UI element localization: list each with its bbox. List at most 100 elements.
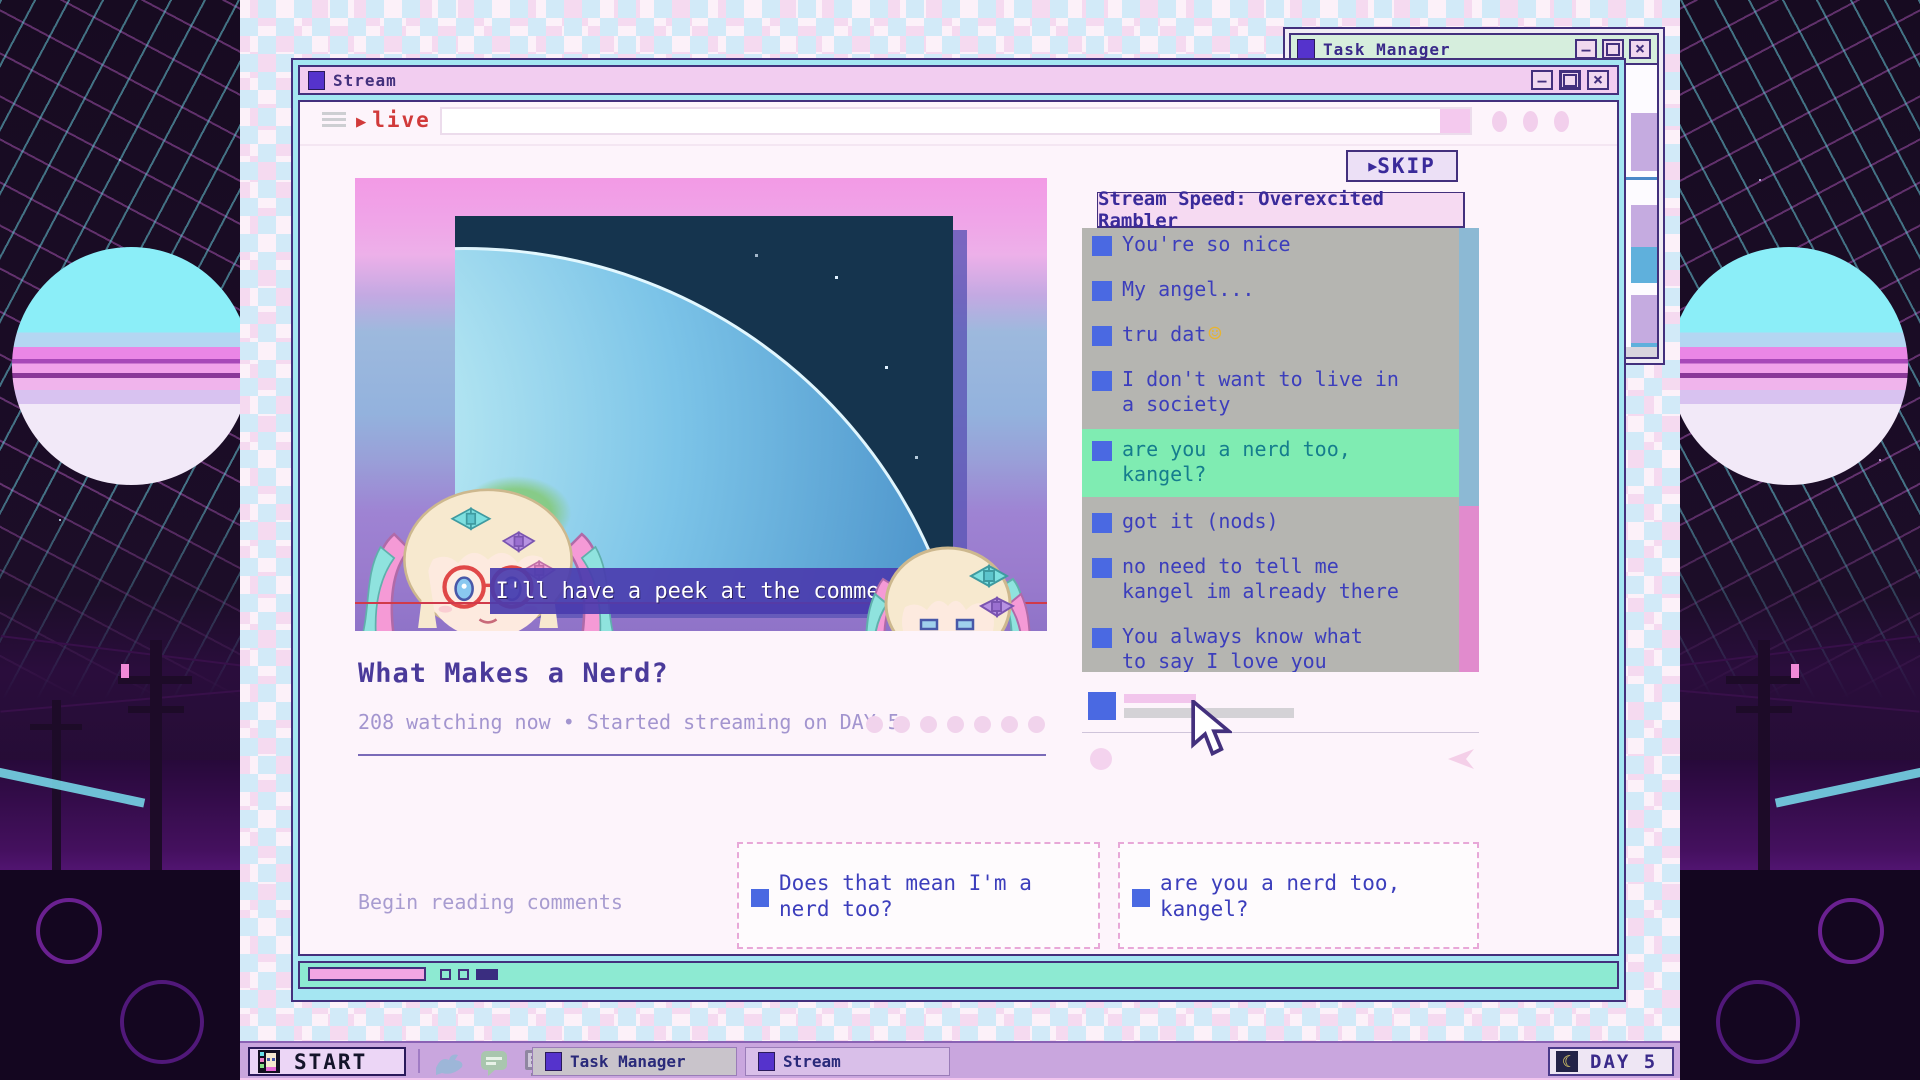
- play-icon: ▶: [356, 112, 366, 132]
- comment-avatar: [1132, 889, 1150, 907]
- taskbar-window-label: Task Manager: [570, 1052, 686, 1071]
- chat-message: got it (nods): [1082, 507, 1459, 536]
- close-button[interactable]: ×: [1587, 70, 1609, 90]
- taskbar: START Task Manager Stream ☾ DAY 5: [240, 1041, 1680, 1080]
- app-icon: [1297, 39, 1315, 59]
- bird-icon[interactable]: [432, 1048, 466, 1078]
- stream-window: Stream – × ▶live ▶SKIP Stre: [291, 58, 1626, 1002]
- tm-divider: [1621, 177, 1657, 180]
- taskbar-window-button[interactable]: Task Manager: [532, 1047, 737, 1076]
- minimize-button[interactable]: –: [1531, 70, 1553, 90]
- pole-light: [121, 664, 129, 678]
- moon-icon: ☾: [1556, 1051, 1578, 1072]
- chat-avatar: [1092, 326, 1112, 346]
- typing-username-placeholder: [1124, 694, 1196, 703]
- status-square: [458, 969, 469, 980]
- taskbar-window-label: Stream: [783, 1052, 841, 1071]
- tm-list-bar: [1631, 205, 1657, 247]
- minimize-button[interactable]: –: [1575, 39, 1597, 59]
- vapor-sphere-right: [1670, 247, 1908, 485]
- chat-scrollbar-upper[interactable]: [1459, 228, 1479, 506]
- vapor-sphere-left: [12, 247, 250, 485]
- begin-reading-label: Begin reading comments: [358, 890, 623, 914]
- taskbar-clock: ☾ DAY 5: [1548, 1047, 1674, 1076]
- address-bar[interactable]: [440, 107, 1472, 135]
- chat-message-text: no need to tell me kangel im already the…: [1122, 554, 1399, 604]
- progress-block: [308, 967, 426, 981]
- toolbar-dot: [1554, 111, 1569, 132]
- stage-gear-left: [0, 870, 245, 1080]
- toolbar-dot: [1492, 111, 1507, 132]
- stream-title: What Makes a Nerd?: [358, 658, 669, 689]
- chat-message-text: My angel...: [1122, 277, 1254, 302]
- viewer-dot: [866, 716, 883, 733]
- chat-avatar: [1092, 628, 1112, 648]
- stream-titlebar[interactable]: Stream – ×: [298, 65, 1619, 95]
- start-label: START: [294, 1050, 367, 1074]
- chat-avatar: [1092, 236, 1112, 256]
- toolbar-dot: [1523, 111, 1538, 132]
- stream-meta: 208 watching now • Started streaming on …: [358, 710, 900, 734]
- chat-message: My angel...: [1082, 275, 1459, 304]
- start-button[interactable]: START: [248, 1047, 406, 1076]
- app-icon: [758, 1052, 775, 1071]
- clock-label: DAY 5: [1590, 1051, 1657, 1073]
- emoji-button[interactable]: [1090, 748, 1112, 770]
- taskbar-window-button[interactable]: Stream: [745, 1047, 950, 1076]
- send-icon[interactable]: [1446, 746, 1476, 772]
- app-icon: [308, 71, 325, 90]
- maximize-button[interactable]: [1602, 39, 1624, 59]
- chat-message-text: are you a nerd too, kangel?: [1122, 437, 1351, 487]
- status-square: [440, 969, 451, 980]
- viewer-dot: [1001, 716, 1018, 733]
- chat-avatar: [1092, 281, 1112, 301]
- chat-avatar: [1092, 371, 1112, 391]
- pole-crossbar: [1726, 676, 1800, 684]
- chat-message-text: You always know what to say I love you: [1122, 624, 1363, 672]
- comment-choice-1[interactable]: Does that mean I'm a nerd too?: [737, 842, 1100, 949]
- comment-choice-2[interactable]: are you a nerd too, kangel?: [1118, 842, 1479, 949]
- chat-message-text: got it (nods): [1122, 509, 1279, 534]
- viewer-dot: [947, 716, 964, 733]
- chat-messages: You're so nice My angel... tru dat☺ I do…: [1082, 228, 1459, 672]
- chat-message: are you a nerd too, kangel?: [1082, 429, 1479, 497]
- pole-light: [1791, 664, 1799, 678]
- stream-statusbar: [298, 961, 1619, 989]
- tm-list-bar-selected: [1631, 247, 1657, 283]
- viewer-dot: [893, 716, 910, 733]
- chat-message: You always know what to say I love you: [1082, 622, 1459, 672]
- pole-crossbar: [128, 706, 184, 713]
- menu-icon[interactable]: [322, 112, 346, 128]
- toolbar-divider: [300, 144, 1617, 146]
- pole-crossbar: [118, 676, 192, 684]
- chat-scrollbar-thumb[interactable]: [1459, 506, 1479, 672]
- smiley-emoji: ☺: [1208, 322, 1221, 347]
- chat-message: I don't want to live in a society: [1082, 365, 1459, 419]
- skip-button[interactable]: ▶SKIP: [1346, 150, 1458, 182]
- chat-message-text: I don't want to live in a society: [1122, 367, 1399, 417]
- mouse-cursor: [1190, 700, 1232, 758]
- taskbar-separator: [418, 1049, 420, 1073]
- stream-video: I'll have a peek at the comments.: [355, 178, 1047, 631]
- maximize-button[interactable]: [1559, 70, 1581, 90]
- game-screenshot: Task Manager – × × Stream: [0, 0, 1920, 1080]
- chat-avatar: [1092, 513, 1112, 533]
- chat-message-text: tru dat☺: [1122, 322, 1222, 347]
- typing-avatar: [1088, 692, 1116, 720]
- viewer-dot: [920, 716, 937, 733]
- chat-bubble-icon[interactable]: [478, 1048, 510, 1078]
- viewer-dot: [974, 716, 991, 733]
- stream-speed-label: Stream Speed: Overexcited Rambler: [1097, 192, 1465, 228]
- viewer-dot: [1028, 716, 1045, 733]
- chat-input-divider: [1082, 732, 1479, 733]
- live-indicator: ▶live: [356, 108, 431, 132]
- tm-list-bar: [1631, 295, 1657, 343]
- chat-message: You're so nice: [1082, 230, 1459, 259]
- chat-message-text: You're so nice: [1122, 232, 1291, 257]
- play-icon: ▶: [1368, 157, 1377, 175]
- close-button[interactable]: ×: [1629, 39, 1651, 59]
- chat-avatar: [1092, 441, 1112, 461]
- corner-character: [853, 534, 1043, 631]
- window-title: Stream: [333, 71, 1523, 90]
- comment-choice-text: Does that mean I'm a nerd too?: [779, 870, 1032, 922]
